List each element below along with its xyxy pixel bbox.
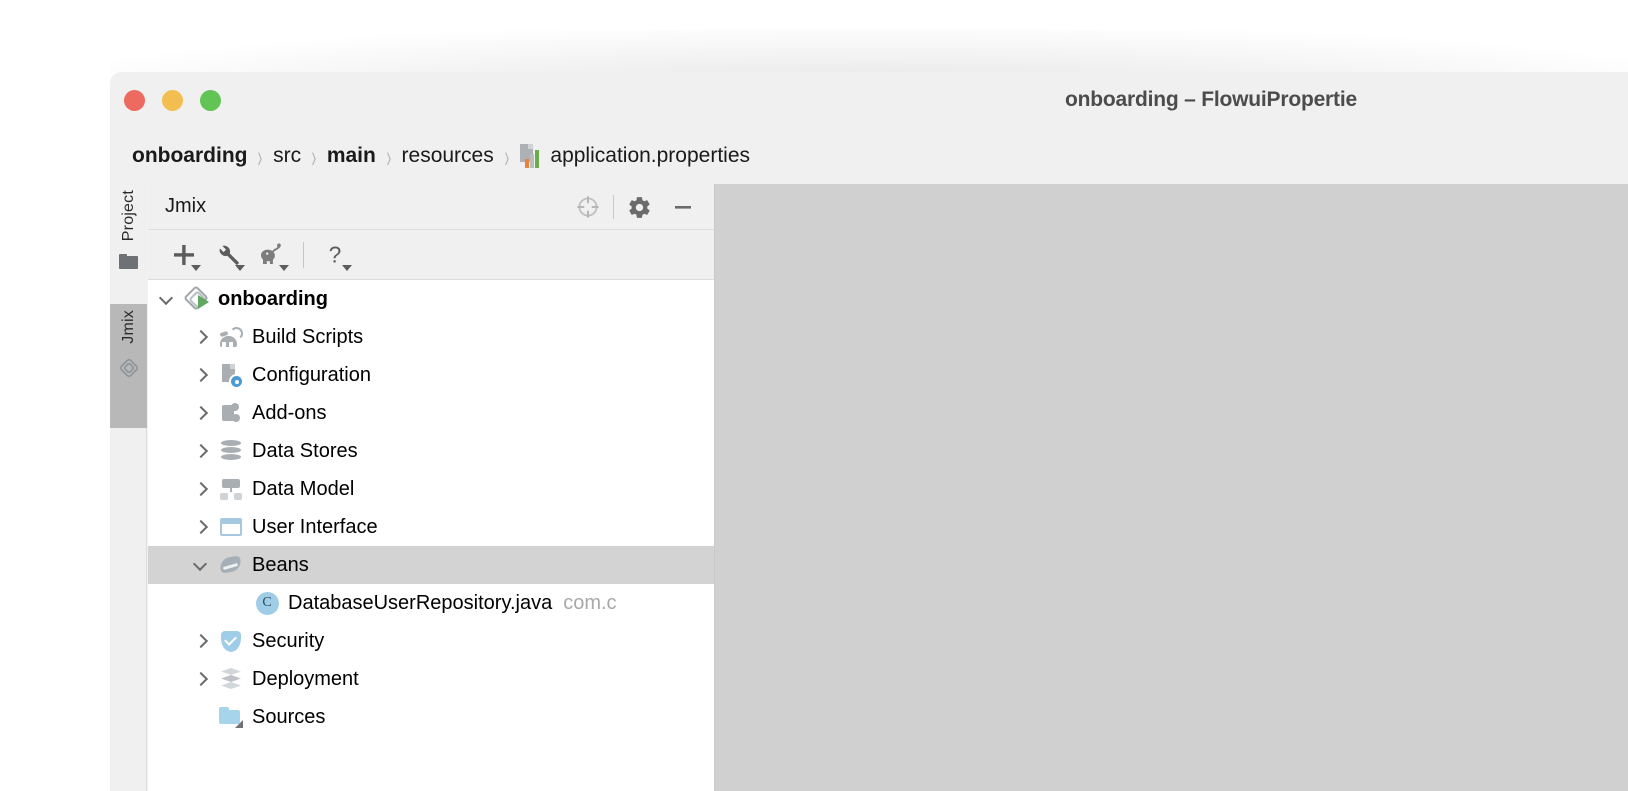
toolbar-separator: [303, 241, 304, 268]
window-title: onboarding – FlowuiPropertie: [110, 72, 1628, 128]
tool-strip-tab-project[interactable]: Project: [110, 184, 147, 304]
ide-window: onboarding – FlowuiPropertie onboarding …: [110, 72, 1628, 791]
tool-window-title: Jmix: [165, 195, 207, 217]
breadcrumb-item-application-properties[interactable]: application.properties: [519, 144, 750, 168]
chevron-down-icon: [279, 264, 289, 271]
tree-label: DatabaseUserRepository.java: [288, 591, 553, 614]
left-tool-strip: Project Jmix: [110, 184, 147, 791]
chevron-right-icon[interactable]: [194, 406, 208, 420]
tree-row-data-model[interactable]: Data Model: [148, 470, 714, 508]
jmix-project-tree: onboarding Build Scripts Configuration A…: [148, 280, 714, 736]
chevron-right-icon[interactable]: [194, 444, 208, 458]
tool-strip-tab-jmix[interactable]: Jmix: [110, 304, 147, 428]
chevron-right-icon[interactable]: [194, 482, 208, 496]
tree-row-deployment[interactable]: Deployment: [148, 660, 714, 698]
tree-row-onboarding[interactable]: onboarding: [148, 280, 714, 318]
chevron-down-icon: [342, 264, 352, 271]
tree-label: Configuration: [252, 363, 371, 386]
jmix-tool-window: Jmix ? onboarding Build Scripts Configur…: [148, 184, 715, 791]
tree-row-database-user-repository[interactable]: C DatabaseUserRepository.java com.c: [148, 584, 714, 622]
tree-label: Add-ons: [252, 401, 327, 424]
properties-file-icon: [519, 144, 541, 168]
title-bar: onboarding – FlowuiPropertie: [110, 72, 1628, 128]
gear-icon[interactable]: [617, 184, 661, 230]
gradle-button[interactable]: [250, 235, 294, 275]
chevron-down-icon[interactable]: [194, 558, 208, 572]
data-model-icon: [218, 476, 244, 502]
tool-window-header: Jmix: [148, 184, 714, 230]
no-chevron-icon: [230, 596, 244, 610]
tree-label: Deployment: [252, 667, 359, 690]
bean-icon: [218, 552, 244, 578]
breadcrumb-separator-icon: ›: [257, 137, 263, 174]
breadcrumb-separator-icon: ›: [386, 137, 392, 174]
chevron-right-icon[interactable]: [194, 672, 208, 686]
no-chevron-icon: [194, 710, 208, 724]
database-icon: [218, 438, 244, 464]
chevron-down-icon: [191, 264, 201, 271]
breadcrumb-item-resources[interactable]: resources: [402, 144, 494, 168]
actions-separator: [613, 195, 614, 219]
window-title-text: onboarding – FlowuiPropertie: [1065, 88, 1357, 111]
tree-label: Security: [252, 629, 325, 652]
tree-row-data-stores[interactable]: Data Stores: [148, 432, 714, 470]
shield-icon: [218, 628, 244, 654]
tree-row-add-ons[interactable]: Add-ons: [148, 394, 714, 432]
chevron-down-icon[interactable]: [160, 292, 174, 306]
tree-row-user-interface[interactable]: User Interface: [148, 508, 714, 546]
tree-label: User Interface: [252, 515, 378, 538]
folder-icon: [119, 254, 138, 270]
jmix-project-icon: [183, 285, 210, 312]
tree-label: Data Model: [252, 477, 355, 500]
sources-folder-icon: [218, 704, 244, 730]
tree-label: Data Stores: [252, 439, 358, 462]
minimize-icon[interactable]: [661, 184, 705, 230]
tree-label: Build Scripts: [252, 325, 364, 348]
tree-row-sources[interactable]: Sources: [148, 698, 714, 736]
tree-label: onboarding: [218, 287, 328, 310]
tree-row-build-scripts[interactable]: Build Scripts: [148, 318, 714, 356]
tree-row-configuration[interactable]: Configuration: [148, 356, 714, 394]
breadcrumb: onboarding › src › main › resources › ap…: [110, 128, 1628, 184]
chevron-right-icon[interactable]: [194, 368, 208, 382]
breadcrumb-item-onboarding[interactable]: onboarding: [132, 144, 247, 168]
java-class-icon: C: [254, 590, 280, 616]
breadcrumb-separator-icon: ›: [504, 137, 509, 174]
breadcrumb-item-src[interactable]: src: [273, 144, 301, 168]
svg-text:?: ?: [329, 242, 342, 268]
tree-label: Sources: [252, 705, 326, 728]
tool-strip-tab-project-label: Project: [119, 190, 137, 242]
gradle-elephant-icon: [218, 324, 244, 350]
screen: onboarding – FlowuiPropertie onboarding …: [0, 0, 1628, 791]
tools-button[interactable]: [206, 235, 250, 275]
tree-row-security[interactable]: Security: [148, 622, 714, 660]
configuration-icon: [218, 362, 244, 388]
tool-strip-tab-jmix-label: Jmix: [119, 310, 137, 344]
breadcrumb-separator-icon: ›: [311, 137, 317, 174]
jmix-diamond-icon: [118, 357, 140, 379]
puzzle-icon: [218, 400, 244, 426]
chevron-right-icon[interactable]: [194, 520, 208, 534]
tree-row-beans[interactable]: Beans: [148, 546, 714, 584]
chevron-right-icon[interactable]: [194, 330, 208, 344]
chevron-down-icon: [235, 264, 245, 271]
chevron-right-icon[interactable]: [194, 634, 208, 648]
tree-label-package: com.c: [563, 591, 617, 614]
locate-icon[interactable]: [566, 184, 610, 230]
tool-window-actions: [566, 184, 705, 230]
window-icon: [218, 514, 244, 540]
tool-window-toolbar: ?: [148, 230, 714, 280]
breadcrumb-file-label: application.properties: [550, 144, 751, 167]
add-button[interactable]: [162, 235, 206, 275]
help-button[interactable]: ?: [313, 235, 357, 275]
editor-area[interactable]: [715, 184, 1628, 791]
tree-label: Beans: [252, 553, 309, 576]
deployment-icon: [218, 666, 244, 692]
breadcrumb-item-main[interactable]: main: [327, 144, 376, 168]
